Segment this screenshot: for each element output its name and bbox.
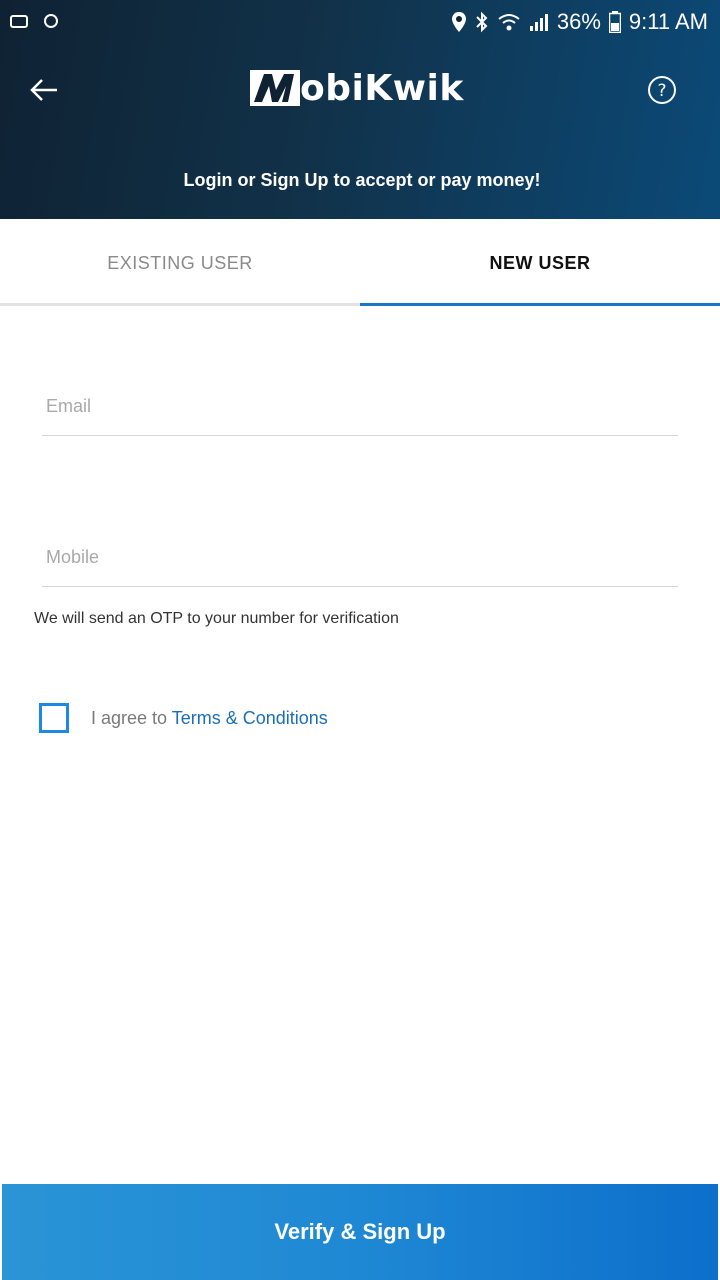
user-type-tabs: EXISTING USER NEW USER	[0, 219, 720, 307]
status-bar: 36% 9:11 AM	[0, 0, 720, 44]
signal-icon	[529, 12, 549, 32]
status-right: 36% 9:11 AM	[451, 6, 708, 38]
otp-note: We will send an OTP to your number for v…	[34, 610, 399, 627]
email-placeholder: Email	[46, 396, 92, 416]
tab-existing-user[interactable]: EXISTING USER	[0, 219, 360, 307]
bluetooth-icon	[475, 11, 489, 33]
verify-signup-button[interactable]: Verify & Sign Up	[2, 1184, 718, 1280]
mobile-field[interactable]: Mobile	[26, 515, 694, 601]
back-button[interactable]	[26, 74, 62, 110]
logo-m-mark	[248, 66, 302, 110]
terms-text: I agree to Terms & Conditions	[91, 708, 328, 729]
screen: 36% 9:11 AM obiKwik ? Login or Sign Up t…	[0, 0, 720, 1280]
sync-icon	[40, 10, 62, 32]
email-field[interactable]: Email	[26, 364, 694, 450]
mobile-underline	[42, 586, 678, 587]
active-tab-indicator	[360, 303, 720, 306]
terms-link[interactable]: Terms & Conditions	[172, 708, 328, 728]
mobikwik-logo: obiKwik	[248, 62, 474, 114]
status-left-icons	[8, 10, 62, 32]
help-icon: ?	[646, 74, 678, 111]
notification-icon	[8, 10, 30, 32]
back-arrow-icon	[27, 73, 61, 112]
clock: 9:11 AM	[628, 9, 708, 34]
terms-checkbox[interactable]	[39, 703, 69, 733]
terms-checkbox-row[interactable]: I agree to Terms & Conditions	[36, 700, 362, 736]
svg-text:?: ?	[657, 81, 666, 101]
help-button[interactable]: ?	[644, 74, 680, 110]
location-icon	[451, 11, 467, 33]
tab-divider	[0, 303, 360, 306]
terms-prefix: I agree to	[91, 707, 172, 728]
header-banner: 36% 9:11 AM obiKwik ? Login or Sign Up t…	[0, 0, 720, 219]
mobile-placeholder: Mobile	[46, 547, 100, 567]
tab-new-user[interactable]: NEW USER	[360, 219, 720, 307]
battery-percent: 36%	[556, 9, 601, 34]
tagline: Login or Sign Up to accept or pay money!	[183, 170, 541, 190]
battery-icon	[608, 11, 621, 33]
logo-wordmark: obiKwik	[300, 67, 464, 109]
email-underline	[42, 435, 678, 436]
wifi-icon	[497, 12, 521, 32]
